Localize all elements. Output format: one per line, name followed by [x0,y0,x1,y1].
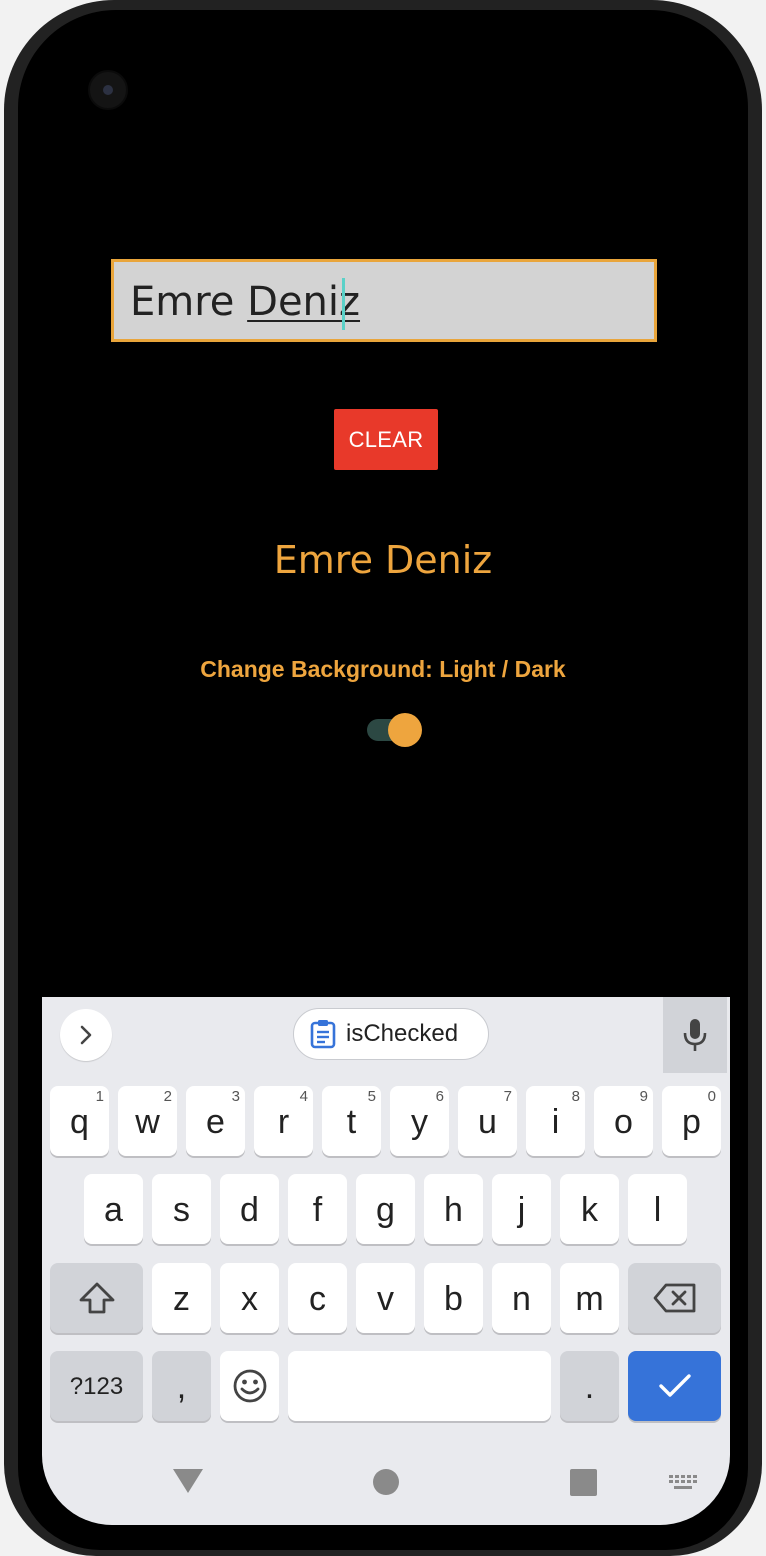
key-l[interactable]: l [628,1174,687,1244]
key-t[interactable]: t5 [322,1086,381,1156]
background-toggle-label: Change Background: Light / Dark [200,656,566,682]
period-key[interactable]: . [560,1351,619,1421]
key-n[interactable]: n [492,1263,551,1333]
check-icon [658,1374,691,1397]
back-icon[interactable] [172,1467,204,1495]
microphone-icon [683,1019,707,1051]
backspace-icon [653,1283,695,1313]
voice-input-button[interactable] [663,997,727,1073]
app-screen: Emre Deniz CLEAR Emre Deniz Change Backg… [0,0,766,1556]
key-q[interactable]: q1 [50,1086,109,1156]
name-input[interactable]: Emre Deniz [111,259,657,342]
key-r[interactable]: r4 [254,1086,313,1156]
clipboard-icon [310,1020,336,1049]
key-c[interactable]: c [288,1263,347,1333]
key-a[interactable]: a [84,1174,143,1244]
chevron-right-icon [80,1025,92,1045]
key-e[interactable]: e3 [186,1086,245,1156]
done-key[interactable] [628,1351,721,1421]
key-w[interactable]: w2 [118,1086,177,1156]
recents-icon[interactable] [570,1469,597,1496]
switch-thumb [388,713,422,747]
key-d[interactable]: d [220,1174,279,1244]
key-b[interactable]: b [424,1263,483,1333]
shift-key[interactable] [50,1263,143,1333]
keyboard-switch-icon[interactable] [668,1474,698,1492]
soft-keyboard: isChecked q1 w2 e3 r4 t5 y6 u7 i8 o9 p0 … [42,997,730,1525]
key-m[interactable]: m [560,1263,619,1333]
keyboard-menu-button[interactable] [60,1009,112,1061]
suggestion-text: isChecked [346,1020,459,1047]
backspace-key[interactable] [628,1263,721,1333]
key-h[interactable]: h [424,1174,483,1244]
key-f[interactable]: f [288,1174,347,1244]
text-cursor [342,278,345,330]
key-v[interactable]: v [356,1263,415,1333]
input-text-plain: Emre [130,279,248,325]
name-input-value: Emre Deniz [130,276,360,328]
key-s[interactable]: s [152,1174,211,1244]
shift-icon [79,1282,114,1314]
key-o[interactable]: o9 [594,1086,653,1156]
key-k[interactable]: k [560,1174,619,1244]
emoji-key[interactable] [220,1351,279,1421]
clear-button[interactable]: CLEAR [334,409,438,470]
key-i[interactable]: i8 [526,1086,585,1156]
background-switch[interactable] [366,713,424,747]
echo-text: Emre Deniz [273,538,493,582]
key-p[interactable]: p0 [662,1086,721,1156]
emoji-icon [233,1369,266,1403]
key-g[interactable]: g [356,1174,415,1244]
space-key[interactable] [288,1351,551,1421]
key-j[interactable]: j [492,1174,551,1244]
symbols-key[interactable]: ?123 [50,1351,143,1421]
comma-key[interactable]: , [152,1351,211,1421]
key-x[interactable]: x [220,1263,279,1333]
home-icon[interactable] [372,1468,400,1496]
key-y[interactable]: y6 [390,1086,449,1156]
clipboard-suggestion-chip[interactable]: isChecked [293,1008,489,1060]
key-z[interactable]: z [152,1263,211,1333]
key-u[interactable]: u7 [458,1086,517,1156]
